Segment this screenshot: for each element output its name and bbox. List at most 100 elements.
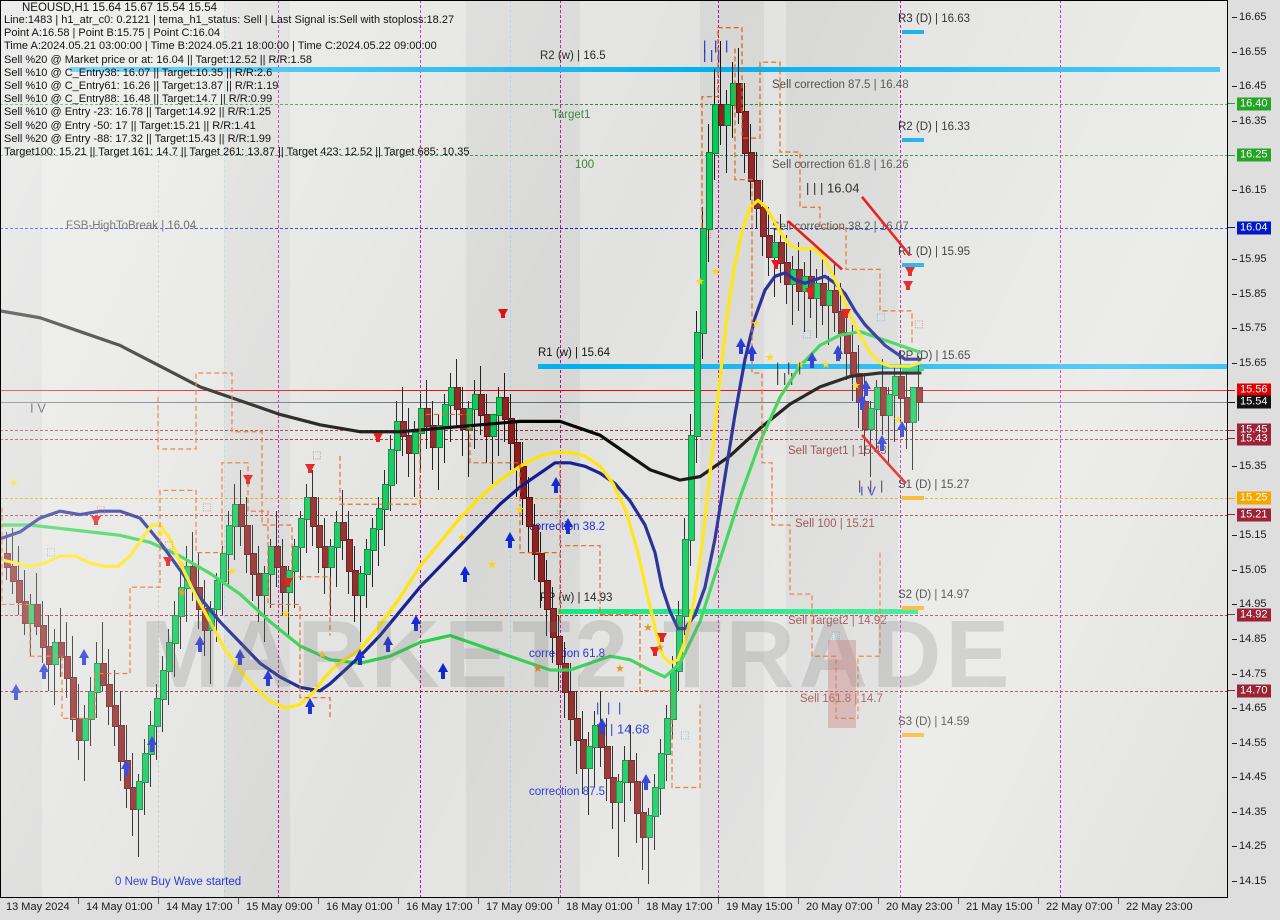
candle-body (142, 752, 149, 783)
sell-arrow (283, 578, 293, 588)
candle-wick (726, 89, 727, 173)
time-tick-label: 19 May 15:00 (726, 901, 793, 913)
price-badge-14-70[interactable]: 14.70 (1237, 684, 1271, 698)
time-tick-label: 18 May 01:00 (566, 901, 633, 913)
candle-wick (474, 379, 475, 449)
pivot-label-r3: R3 (D) | 16.63 (898, 13, 971, 25)
price-tick-label: 16.35 (1239, 114, 1267, 127)
time-axis[interactable]: 13 May 2024 14 May 01:00 14 May 17:00 15 Ma… (0, 898, 1280, 920)
info-line-10: Target100: 15.21 || Target 161: 14.7 || … (4, 146, 470, 159)
price-badge-15-21[interactable]: 15.21 (1237, 508, 1271, 522)
price-badge-marker (1228, 497, 1235, 499)
buy-arrow (438, 663, 448, 680)
candle-body (208, 607, 215, 631)
candle-body (748, 151, 755, 182)
time-tick-separator (158, 898, 159, 904)
time-tick-label: 13 May 2024 (6, 901, 70, 913)
price-badge-15-54[interactable]: 15.54 (1237, 395, 1271, 409)
pivot-label-s2: S2 (D) | 14.97 (898, 589, 970, 601)
candle-wick (720, 41, 721, 146)
time-tick-separator (1038, 898, 1039, 904)
candle-body (520, 466, 527, 500)
price-tick-label: 16.15 (1239, 183, 1267, 196)
price-tick (1232, 569, 1237, 571)
price-tick (1232, 535, 1237, 537)
candle-wick (30, 594, 31, 657)
buy-arrow (355, 649, 365, 666)
time-tick-separator (638, 898, 639, 904)
sell-1618-line (0, 690, 1228, 692)
price-tick-label: 14.15 (1239, 874, 1267, 887)
price-tick-label: 14.75 (1239, 667, 1267, 680)
candle-body (562, 663, 569, 693)
candle-wick (594, 711, 595, 788)
candle-body (364, 549, 371, 576)
annotation-5: Sell correction 38.2 | 16.07 (772, 221, 909, 233)
price-tick-label: 16.45 (1239, 80, 1267, 93)
price-tick-label: 14.25 (1239, 840, 1267, 853)
candle-body (382, 483, 389, 510)
candle-body (436, 424, 443, 448)
price-badge-14-92[interactable]: 14.92 (1237, 608, 1271, 622)
chart-window: R2 (w) | 16.5 R1 (w) | 15.64 PP (w) | 14.9… (0, 0, 1280, 920)
price-tick-label: 14.85 (1239, 632, 1267, 645)
buy-arrow (505, 531, 515, 548)
candle-body (40, 625, 47, 648)
buy-arrow (597, 718, 607, 735)
pennant-marker: ⬚ (802, 329, 812, 341)
s1-dash-line (0, 498, 1228, 500)
candle-wick (12, 528, 13, 595)
buy-arrow (747, 345, 757, 362)
buy-arrow (263, 670, 273, 687)
price-badge-marker (1228, 514, 1235, 516)
price-badge-15-43[interactable]: 15.43 (1237, 432, 1271, 446)
price-badge-16-25[interactable]: 16.25 (1237, 148, 1271, 162)
time-tick-separator (798, 898, 799, 904)
price-badge-15-56[interactable]: 15.56 (1237, 383, 1271, 397)
signal-star: ★ (155, 528, 165, 541)
sell-arrow (243, 474, 253, 484)
chart-header: NEOUSD,H1 15.64 15.67 15.54 15.54 Line:1… (4, 2, 469, 159)
candle-body (886, 393, 893, 417)
price-badge-marker (1228, 401, 1235, 403)
price-badge-16-40[interactable]: 16.40 (1237, 97, 1271, 111)
candle-body (466, 407, 473, 431)
candle-body (136, 780, 143, 811)
signal-star: ★ (515, 504, 525, 517)
buy-arrow (195, 635, 205, 652)
candle-body (172, 614, 179, 645)
annotation-12: correction 61.8 (529, 648, 606, 660)
candle-body (628, 759, 635, 783)
price-badge-marker (1228, 389, 1235, 391)
time-tick-separator (478, 898, 479, 904)
candle-body (724, 103, 731, 127)
buy-arrow (383, 635, 393, 652)
info-line-9: Sell %20 @ Entry -88: 17.32 || Target:15… (4, 132, 271, 145)
pivot-label-r2: R2 (D) | 16.33 (898, 121, 971, 133)
info-line-0: Line:1483 | h1_atr_c0: 0.2121 | tema_h1_… (4, 14, 455, 26)
candle-body (526, 497, 533, 527)
candle-body (586, 746, 593, 769)
buy-arrow (121, 759, 131, 776)
info-line-1: Point A:16.58 | Point B:15.75 | Point C:… (4, 27, 221, 40)
price-tick (1232, 846, 1237, 848)
bar-group-marker: | | | (703, 38, 731, 53)
pivot-tick-r2 (902, 138, 924, 142)
buy-arrow (305, 697, 315, 714)
sell-arrow (163, 557, 173, 567)
buy-arrow (641, 773, 651, 790)
price-badge-15-25[interactable]: 15.25 (1237, 491, 1271, 505)
sell-arrow (657, 633, 667, 643)
grid-vertical-line (900, 0, 901, 898)
price-axis[interactable]: 16.65 16.55 16.45 16.35 16.15 15.95 15.85 15.75… (1228, 0, 1280, 898)
sell-100-line (0, 514, 1228, 516)
signal-star: ★ (9, 476, 19, 489)
candle-body (490, 414, 497, 438)
candle-body (706, 151, 713, 230)
pennant-marker: ⬚ (164, 539, 174, 551)
signal-star: ★ (751, 317, 761, 330)
time-tick-label: 22 May 07:00 (1046, 901, 1113, 913)
signal-star: ★ (695, 276, 705, 289)
price-badge-16-04[interactable]: 16.04 (1237, 221, 1271, 235)
signal-star: ★ (851, 379, 861, 392)
